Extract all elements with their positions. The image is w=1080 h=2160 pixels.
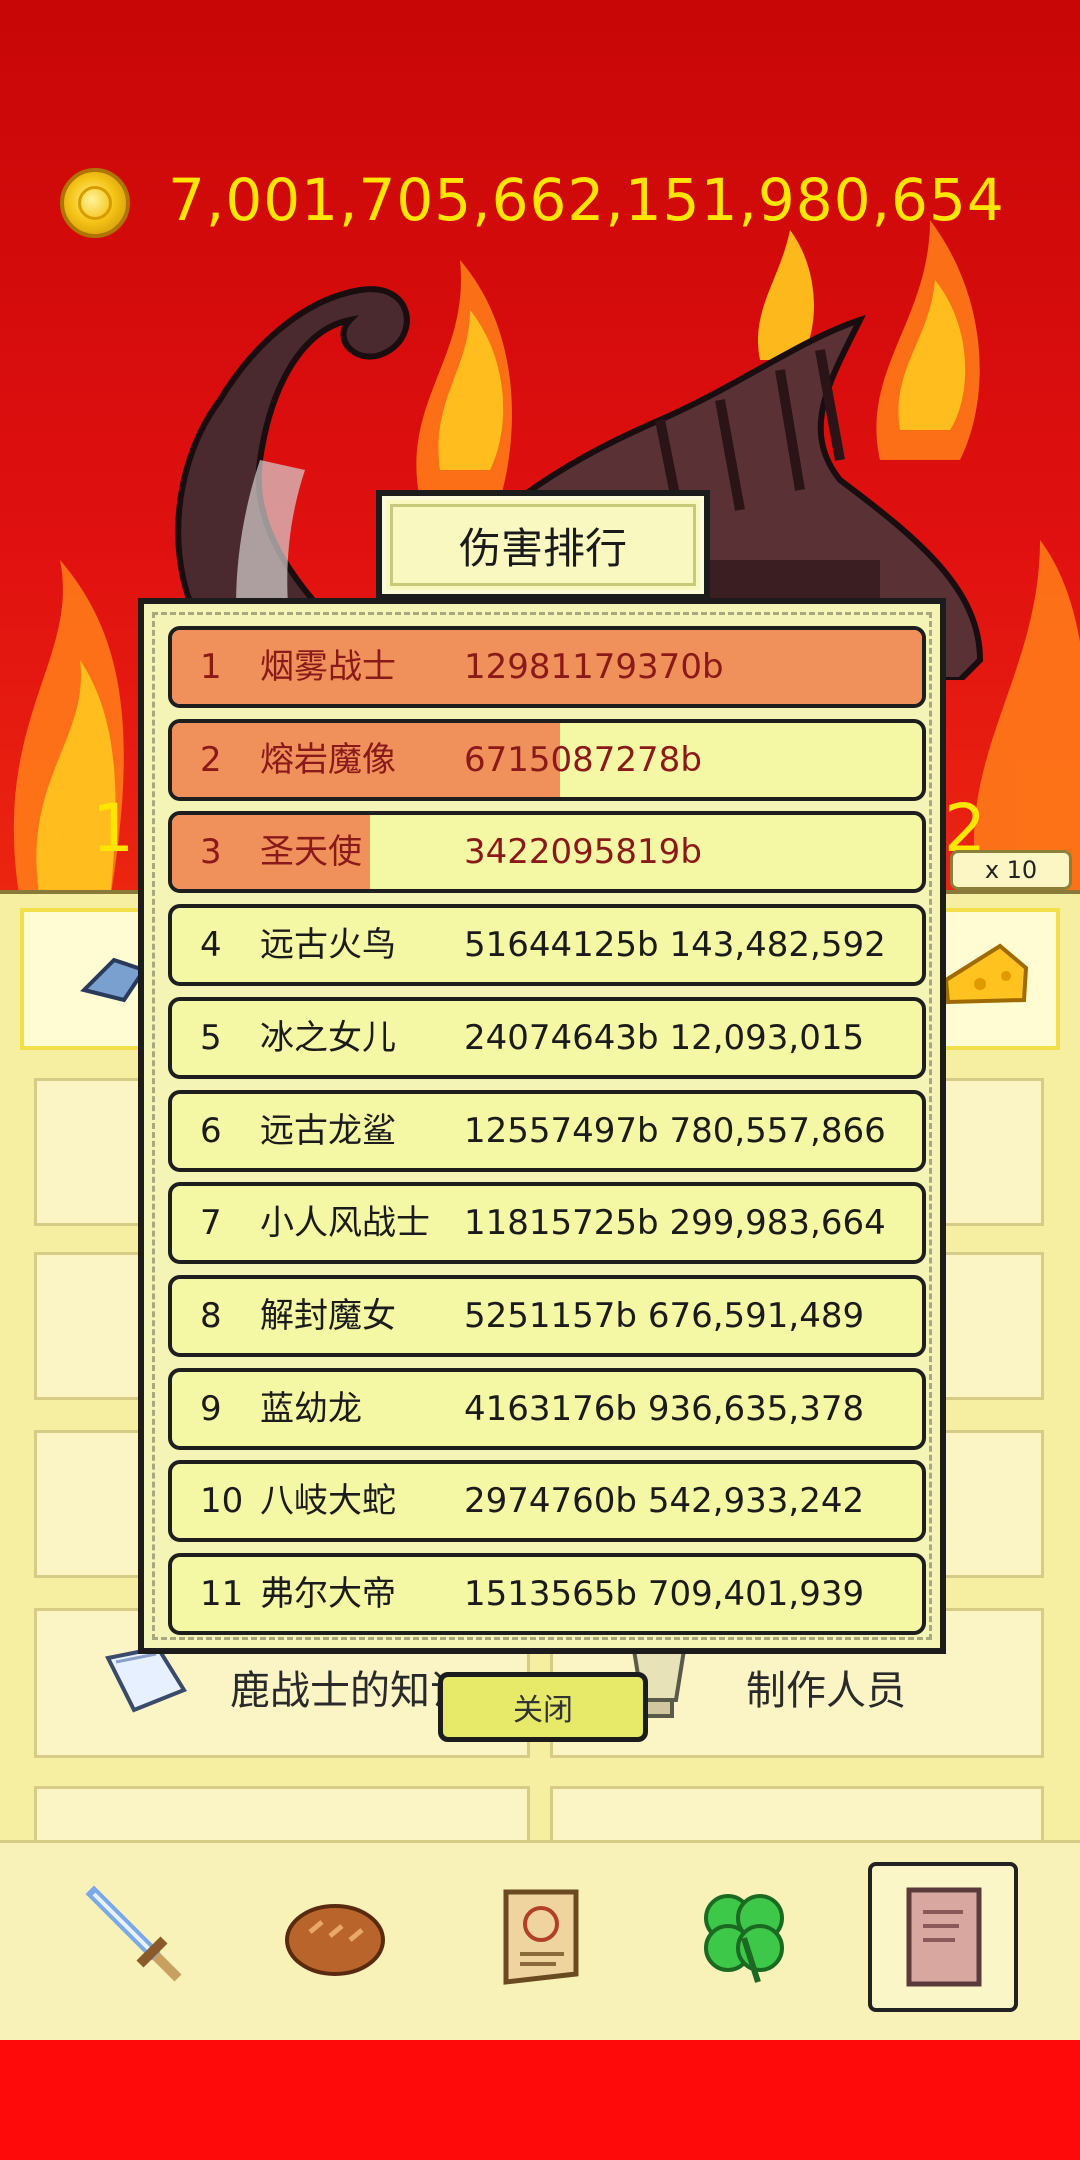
hero-name: 远古龙鲨 [260,1110,396,1151]
book-icon [906,1887,982,1987]
hero-name: 解封魔女 [260,1295,396,1336]
damage-value: 6715087278b [464,739,702,780]
damage-value: 11815725b 299,983,664 [464,1203,886,1244]
leaderboard-row[interactable]: 9 蓝幼龙 4163176b 936,635,378 [168,1367,926,1450]
rank-number: 6 [200,1110,222,1151]
nav-button-scroll[interactable] [466,1862,616,2012]
leaderboard-row[interactable]: 4 远古火鸟 51644125b 143,482,592 [168,904,926,987]
rank-number: 3 [200,832,222,873]
item-card[interactable] [34,1786,530,1846]
close-button[interactable]: 关闭 [438,1672,648,1742]
credits-label: 制作人员 [746,1668,906,1714]
hero-name: 烟雾战士 [260,647,396,687]
leaderboard-row[interactable]: 1 烟雾战士 12981179370b [168,626,926,708]
leaderboard-row[interactable]: 3 圣天使 3422095819b [168,811,926,894]
gold-coin-icon [60,168,130,238]
damage-value: 4163176b 936,635,378 [464,1388,865,1429]
hero-name: 八岐大蛇 [260,1481,396,1522]
bottom-strip [0,2040,1080,2160]
rank-number: 10 [200,1481,244,1522]
rank-number: 2 [200,739,222,780]
rank-number: 4 [200,925,222,966]
nav-button-sword[interactable] [62,1862,212,2012]
hero-name: 远古火鸟 [260,925,396,966]
gold-amount: 7,001,705,662,151,980,654 [168,166,1005,234]
damage-value: 51644125b 143,482,592 [464,925,886,966]
hero-name: 弗尔大帝 [260,1574,396,1614]
leaderboard-title: 伤害排行 [390,504,696,586]
rank-number: 9 [200,1388,222,1429]
knowledge-label: 鹿战士的知识 [230,1668,470,1714]
nav-button-book[interactable] [868,1862,1018,2012]
leaderboard-row[interactable]: 7 小人风战士 11815725b 299,983,664 [168,1182,926,1265]
nav-button-bread[interactable] [260,1862,410,2012]
leaderboard-row[interactable]: 10 八岐大蛇 2974760b 542,933,242 [168,1460,926,1543]
leaderboard-title-tab: 伤害排行 [376,490,710,600]
damage-value: 5251157b 676,591,489 [464,1295,865,1336]
nav-button-clover[interactable] [668,1862,818,2012]
leaderboard-modal: 1 烟雾战士 12981179370b 2 熔岩魔像 6715087278b 3 圣天使 342… [138,598,946,1654]
hero-name: 圣天使 [260,832,362,873]
damage-value: 1513565b 709,401,939 [464,1574,865,1614]
leaderboard-row[interactable]: 8 解封魔女 5251157b 676,591,489 [168,1274,926,1357]
rank-number: 7 [200,1203,222,1244]
scroll-icon [503,1889,579,1985]
damage-value: 12981179370b [464,647,724,687]
multiplier-button[interactable]: x 10 [950,850,1072,890]
rank-number: 8 [200,1295,222,1336]
rank-number: 11 [200,1574,244,1614]
damage-value: 2974760b 542,933,242 [464,1481,865,1522]
leaderboard-row[interactable]: 2 熔岩魔像 6715087278b [168,718,926,801]
leaderboard-row[interactable]: 11 弗尔大帝 1513565b 709,401,939 [168,1553,926,1635]
hero-name: 冰之女儿 [260,1017,396,1058]
rank-number: 5 [200,1017,222,1058]
damage-value: 12557497b 780,557,866 [464,1110,886,1151]
sword-icon [85,1885,182,1982]
rank-number: 1 [200,647,222,687]
bread-icon [285,1904,385,1976]
damage-value: 3422095819b [464,832,702,873]
hero-name: 熔岩魔像 [260,739,396,780]
clover-icon [704,1894,784,1983]
cheese-icon [943,943,1029,1005]
item-card[interactable] [550,1786,1044,1846]
leaderboard-row[interactable]: 6 远古龙鲨 12557497b 780,557,866 [168,1089,926,1172]
hero-name: 蓝幼龙 [260,1388,362,1429]
hero-name: 小人风战士 [260,1203,430,1244]
damage-value: 24074643b 12,093,015 [464,1017,865,1058]
leaderboard-row[interactable]: 5 冰之女儿 24074643b 12,093,015 [168,996,926,1079]
